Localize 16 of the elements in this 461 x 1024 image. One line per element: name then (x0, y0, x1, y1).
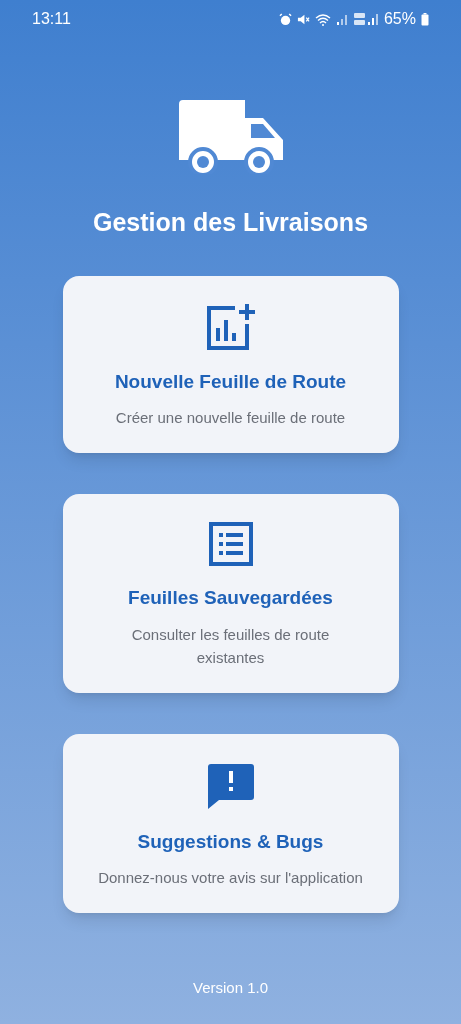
signal-icon (335, 13, 348, 25)
app-title: Gestion des Livraisons (92, 207, 369, 238)
battery-icon (421, 12, 429, 26)
truck-icon (178, 100, 283, 174)
menu-card[interactable]: Nouvelle Feuille de Route Créer une nouvelle feuille de route (62, 275, 399, 453)
wifi-icon (314, 12, 331, 26)
version-label: Version 1.0 (192, 978, 269, 998)
feedback-icon (206, 761, 255, 810)
status-time: 13:11 (32, 9, 71, 29)
menu-card[interactable]: Suggestions & Bugs Donnez-nous votre avis sur l'application (62, 733, 399, 913)
list-icon (208, 522, 253, 566)
signal-icon (352, 12, 379, 26)
menu-card[interactable]: Feuilles Sauvegardées Consulter les feuilles de route existantes (62, 494, 399, 693)
chart-plus-icon (204, 303, 257, 350)
battery-percentage: 65% (383, 9, 416, 29)
alarm-icon (278, 12, 292, 26)
